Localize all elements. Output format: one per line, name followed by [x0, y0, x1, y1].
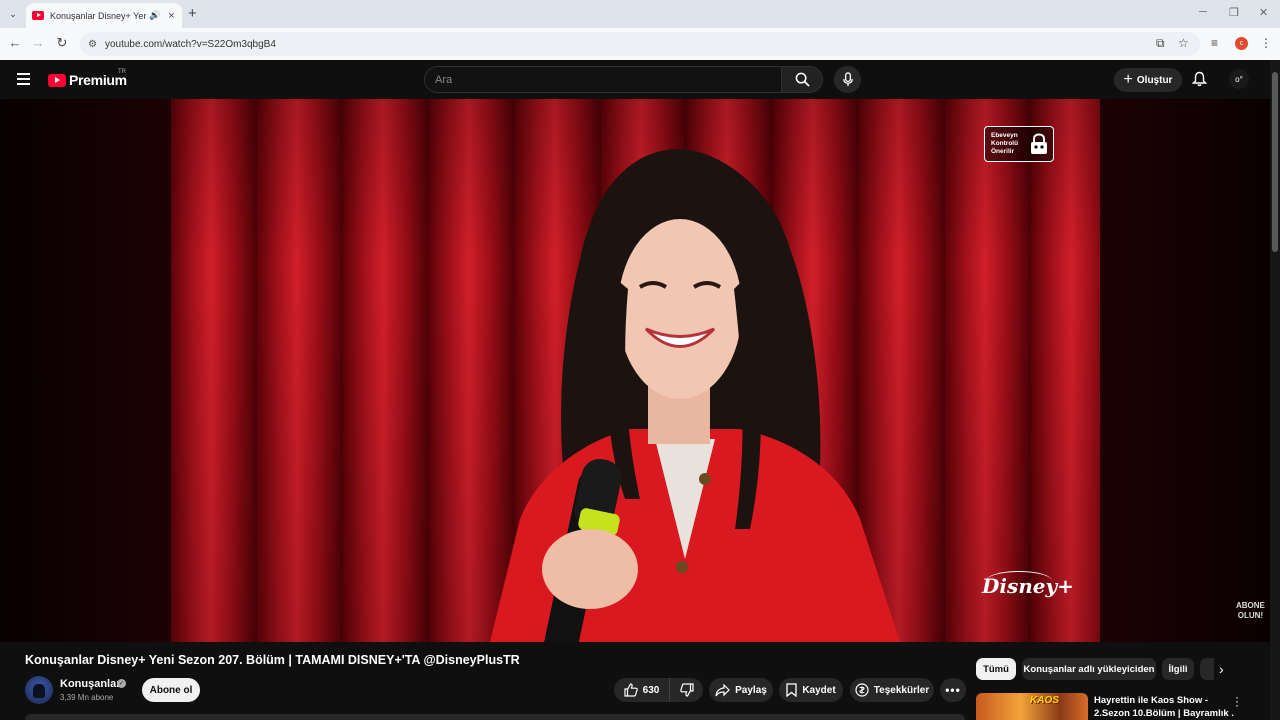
account-avatar[interactable]: o°: [1229, 69, 1249, 89]
plus-icon: +: [1123, 71, 1133, 88]
thanks-label: Teşekkürler: [873, 684, 930, 696]
dislike-button[interactable]: [670, 678, 703, 702]
media-control-icon[interactable]: ≡: [1211, 36, 1218, 50]
save-button[interactable]: Kaydet: [779, 678, 843, 702]
search-input[interactable]: [424, 66, 782, 93]
more-actions-icon[interactable]: •••: [940, 678, 966, 702]
notifications-bell-icon[interactable]: [1191, 71, 1208, 92]
url-field[interactable]: ⚙ youtube.com/watch?v=S22Om3qbgB4: [80, 32, 1200, 56]
subscribe-button[interactable]: Abone ol: [142, 678, 200, 702]
channel-name[interactable]: Konuşanlar: [60, 678, 121, 690]
create-button[interactable]: + Oluştur: [1114, 68, 1182, 92]
like-count: 630: [642, 684, 660, 696]
lock-icon: [1031, 133, 1047, 154]
address-bar-row: ← → ↻ ⚙ youtube.com/watch?v=S22Om3qbgB4 …: [0, 28, 1280, 60]
chip-related[interactable]: İlgili: [1162, 658, 1194, 680]
url-text: youtube.com/watch?v=S22Om3qbgB4: [104, 38, 276, 50]
parental-badge-text: Ebeveyn Kontrolü Önerilir: [991, 132, 1019, 155]
chip-from-uploader[interactable]: Konuşanlar adlı yükleyiciden: [1022, 658, 1156, 680]
share-arrow-icon: [715, 683, 730, 696]
profile-avatar[interactable]: c: [1235, 37, 1248, 50]
share-label: Paylaş: [735, 684, 767, 696]
country-code: TR: [118, 69, 126, 75]
chevron-right-icon[interactable]: ›: [1219, 661, 1224, 677]
create-label: Oluştur: [1136, 74, 1173, 86]
microphone-icon: [842, 72, 853, 87]
save-label: Kaydet: [802, 684, 836, 696]
youtube-favicon-icon: [32, 11, 44, 20]
chip-partial[interactable]: [1200, 658, 1214, 680]
restore-icon[interactable]: ❐: [1229, 6, 1239, 19]
rec-thumbnail[interactable]: KAOS: [976, 693, 1088, 720]
bookmark-icon: [786, 683, 797, 697]
back-icon[interactable]: ←: [6, 35, 24, 50]
player-letterbox-right: [1100, 99, 1270, 642]
tab-search-icon[interactable]: ⌄: [4, 5, 22, 23]
youtube-premium-logo[interactable]: Premium TR: [48, 69, 127, 88]
like-dislike-group: 630: [614, 678, 703, 702]
like-button[interactable]: 630: [614, 678, 670, 702]
minimize-icon[interactable]: ─: [1199, 6, 1207, 18]
hamburger-menu-icon[interactable]: [17, 73, 30, 88]
bookmark-star-icon[interactable]: ☆: [1178, 36, 1189, 50]
description-box[interactable]: [25, 714, 965, 720]
window-close-icon[interactable]: ✕: [1259, 6, 1268, 19]
parental-guidance-badge: Ebeveyn Kontrolü Önerilir: [984, 126, 1054, 162]
browser-menu-icon[interactable]: ⋮: [1260, 36, 1272, 50]
voice-search-button[interactable]: [834, 66, 861, 93]
new-tab-button[interactable]: +: [188, 5, 197, 22]
speaker-icon[interactable]: 🔊: [149, 10, 160, 21]
subscriber-count: 3,39 Mn abone: [60, 693, 114, 702]
super-thanks-icon: [855, 683, 869, 697]
youtube-play-logo-icon: [48, 73, 66, 87]
close-tab-icon[interactable]: ×: [168, 10, 174, 22]
browser-tab-bar: ⌄ Konuşanlar Disney+ Yeni Sezon 207. Böl…: [0, 0, 1280, 28]
chip-all[interactable]: Tümü: [976, 658, 1016, 680]
site-info-icon[interactable]: ⚙: [88, 39, 97, 50]
thanks-button[interactable]: Teşekkürler: [850, 678, 934, 702]
channel-avatar[interactable]: [25, 676, 53, 704]
thumbs-up-icon: [624, 683, 638, 697]
verified-check-icon: ✓: [117, 679, 126, 688]
subscribe-overlay-text: ABONE OLUN!: [1236, 601, 1265, 620]
rec-title[interactable]: Hayrettin ile Kaos Show - 2.Sezon 10.Böl…: [1094, 694, 1234, 720]
share-button[interactable]: Paylaş: [709, 678, 773, 702]
forward-icon[interactable]: →: [29, 35, 47, 50]
video-subject-woman: [490, 149, 900, 642]
rec-thumbnail-text: KAOS: [1030, 695, 1059, 706]
youtube-masthead: Premium TR + Oluştur o°: [0, 60, 1280, 99]
disney-plus-watermark: Disney+: [982, 574, 1074, 598]
search-icon: [795, 72, 810, 87]
rec-menu-icon[interactable]: · · ·: [1235, 691, 1239, 711]
reload-icon[interactable]: ↻: [53, 35, 71, 51]
browser-tab[interactable]: Konuşanlar Disney+ Yeni Sezon 207. Bölüm…: [26, 3, 182, 28]
player-letterbox-left: [0, 99, 171, 642]
page-scrollbar-thumb[interactable]: [1272, 72, 1278, 252]
tab-title: Konuşanlar Disney+ Yeni Sezon 207. Bölüm…: [50, 10, 146, 21]
install-app-icon[interactable]: ⧉: [1156, 36, 1165, 51]
search-button[interactable]: [781, 66, 823, 93]
thumbs-down-icon: [679, 683, 694, 697]
video-title: Konuşanlar Disney+ Yeni Sezon 207. Bölüm…: [25, 653, 520, 667]
video-player[interactable]: Ebeveyn Kontrolü Önerilir Disney+ ABONE …: [0, 99, 1270, 642]
